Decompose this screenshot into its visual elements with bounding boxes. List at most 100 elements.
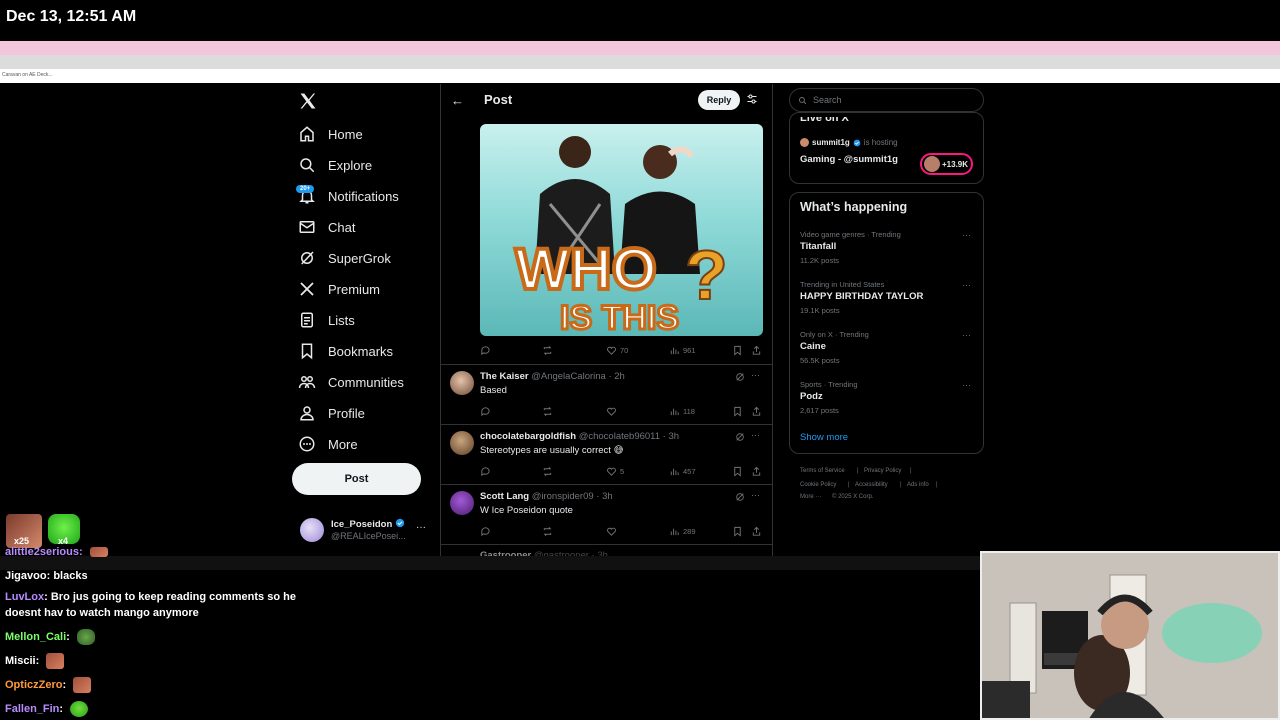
nav-lists[interactable]: Lists <box>298 305 355 335</box>
share-action[interactable] <box>751 406 762 417</box>
footer-more[interactable]: More ··· <box>800 494 821 500</box>
chat-message: alittle2serious: <box>5 546 108 558</box>
footer-link[interactable]: Accessibility <box>855 482 888 488</box>
reply-author[interactable]: chocolatebargoldfish @chocolateb96011 · … <box>480 431 679 442</box>
like-action[interactable] <box>606 406 617 417</box>
like-action[interactable]: 5 <box>606 466 624 477</box>
reply-author[interactable]: Scott Lang @ironspider09 · 3h <box>480 491 613 502</box>
trend-more-icon[interactable]: ··· <box>962 280 971 290</box>
nav-chat[interactable]: Chat <box>298 212 355 242</box>
sliders-icon[interactable] <box>746 93 758 105</box>
trend-name[interactable]: Titanfall <box>800 241 836 252</box>
footer-link[interactable]: Ads info <box>907 482 929 488</box>
chart-icon <box>670 408 679 415</box>
nav-premium[interactable]: Premium <box>298 274 380 304</box>
repost-action[interactable] <box>542 406 553 417</box>
footer-link[interactable]: Terms of Service <box>800 468 845 474</box>
reply-avatar[interactable] <box>450 371 474 395</box>
x-logo-icon[interactable] <box>298 91 318 111</box>
trend-name[interactable]: Caine <box>800 341 826 352</box>
live-stream-title[interactable]: Gaming - @summit1g <box>800 154 898 165</box>
reply-more-icon[interactable]: ··· <box>751 370 760 380</box>
share-icon <box>752 526 761 536</box>
trend-category: Sports · Trending <box>800 380 858 389</box>
chat-user: Miscii <box>5 654 36 667</box>
nav-label: SuperGrok <box>328 250 391 266</box>
account-more-icon[interactable]: ··· <box>416 522 426 533</box>
reply-action[interactable] <box>480 466 491 477</box>
reply-author-handle: @ironspider09 · 3h <box>531 491 613 502</box>
nav-communities[interactable]: Communities <box>298 367 404 397</box>
media-text-isthis: IS THIS <box>560 299 679 336</box>
bookmark-icon <box>734 345 741 356</box>
nav-explore[interactable]: Explore <box>298 150 372 180</box>
live-listener-count[interactable]: +13.9K <box>920 153 973 175</box>
reply-icon <box>481 345 490 355</box>
account-name-text: Ice_Poseidon <box>331 519 393 530</box>
chat-user: Mellon_Cali <box>5 630 67 643</box>
nav-supergrok[interactable]: SuperGrok <box>298 243 391 273</box>
reply-avatar[interactable] <box>450 491 474 515</box>
bookmark-action[interactable] <box>732 345 743 356</box>
nav-home[interactable]: Home <box>298 119 363 149</box>
reply-author[interactable]: The Kaiser @AngelaCalorina · 2h <box>480 371 625 382</box>
like-action[interactable]: 70 <box>606 345 628 356</box>
verified-icon <box>853 139 861 146</box>
bookmark-icon <box>734 466 741 477</box>
reply-action[interactable] <box>480 406 491 417</box>
reply-author-name: chocolatebargoldfish <box>480 431 577 442</box>
account-name[interactable]: Ice_Poseidon <box>331 518 405 530</box>
home-icon <box>300 126 314 142</box>
bookmark-action[interactable] <box>732 406 743 417</box>
nav-profile[interactable]: Profile <box>298 398 365 428</box>
grok-icon[interactable] <box>735 432 745 442</box>
search-input[interactable]: Search <box>789 88 984 112</box>
grok-icon[interactable] <box>735 492 745 502</box>
mail-icon <box>299 221 315 233</box>
back-arrow-icon[interactable]: ← <box>451 93 464 108</box>
reply-more-icon[interactable]: ··· <box>751 490 760 500</box>
footer-link[interactable]: Cookie Policy <box>800 482 836 488</box>
chat-message: OpticzZero: <box>5 677 92 693</box>
account-avatar[interactable] <box>300 518 324 542</box>
bookmark-action[interactable] <box>732 466 743 477</box>
reply-more-icon[interactable]: ··· <box>751 430 760 440</box>
grok-icon[interactable] <box>735 372 745 382</box>
live-host[interactable]: summit1g is hosting <box>800 138 898 147</box>
reply-button[interactable]: Reply <box>698 90 740 110</box>
nav-label: Profile <box>328 405 365 421</box>
bookmark-text[interactable]: Caravan on AE Deck... <box>2 72 53 78</box>
like-action[interactable] <box>606 526 617 537</box>
repost-action[interactable] <box>542 526 553 537</box>
views-action[interactable]: 289 <box>669 526 696 537</box>
views-action[interactable]: 118 <box>669 406 695 417</box>
share-action[interactable] <box>751 526 762 537</box>
repost-action[interactable] <box>542 345 553 356</box>
trend-name[interactable]: HAPPY BIRTHDAY TAYLOR <box>800 291 923 302</box>
webcam-scene <box>982 553 1278 718</box>
share-action[interactable] <box>751 345 762 356</box>
post-media-image[interactable]: ? WHO IS THIS <box>480 124 763 336</box>
emote-count: x4 <box>58 536 69 546</box>
reply-action[interactable] <box>480 345 491 356</box>
footer-link[interactable]: Privacy Policy <box>864 468 901 474</box>
reply-avatar[interactable] <box>450 431 474 455</box>
stream-clock: Dec 13, 12:51 AM <box>6 8 137 25</box>
trend-name[interactable]: Podz <box>800 391 823 402</box>
views-action[interactable]: 961 <box>669 345 696 356</box>
post-button[interactable]: Post <box>292 463 421 495</box>
trend-more-icon[interactable]: ··· <box>962 330 971 340</box>
trend-more-icon[interactable]: ··· <box>962 380 971 390</box>
chart-icon <box>670 468 679 475</box>
bookmark-action[interactable] <box>732 526 743 537</box>
listener-count-text: +13.9K <box>942 159 969 169</box>
show-more-link[interactable]: Show more <box>800 432 848 443</box>
repost-action[interactable] <box>542 466 553 477</box>
share-action[interactable] <box>751 466 762 477</box>
nav-bookmarks[interactable]: Bookmarks <box>298 336 393 366</box>
trend-more-icon[interactable]: ··· <box>962 230 971 240</box>
heart-icon <box>607 467 616 476</box>
nav-more[interactable]: More <box>298 429 358 459</box>
reply-action[interactable] <box>480 526 491 537</box>
views-action[interactable]: 457 <box>669 466 696 477</box>
